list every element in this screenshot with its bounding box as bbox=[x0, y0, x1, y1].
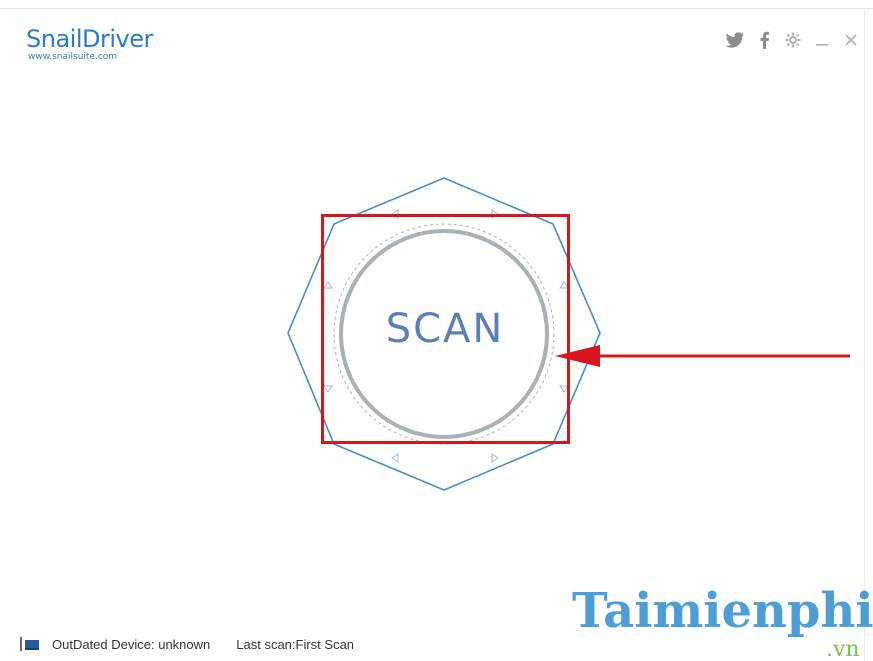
device-icon bbox=[20, 637, 39, 651]
outdated-device-status: OutDated Device: unknown bbox=[52, 636, 211, 652]
app-window: SnailDriver www.snailsuite.com SCAN Taim… bbox=[0, 0, 873, 661]
status-bar: OutDated Device: unknown Last scan:First… bbox=[20, 634, 354, 654]
last-scan-status: Last scan:First Scan bbox=[236, 636, 355, 652]
watermark: Taimienphi bbox=[572, 583, 873, 639]
annotation-highlight-box bbox=[321, 214, 570, 444]
watermark-tld: .vn bbox=[826, 637, 860, 661]
